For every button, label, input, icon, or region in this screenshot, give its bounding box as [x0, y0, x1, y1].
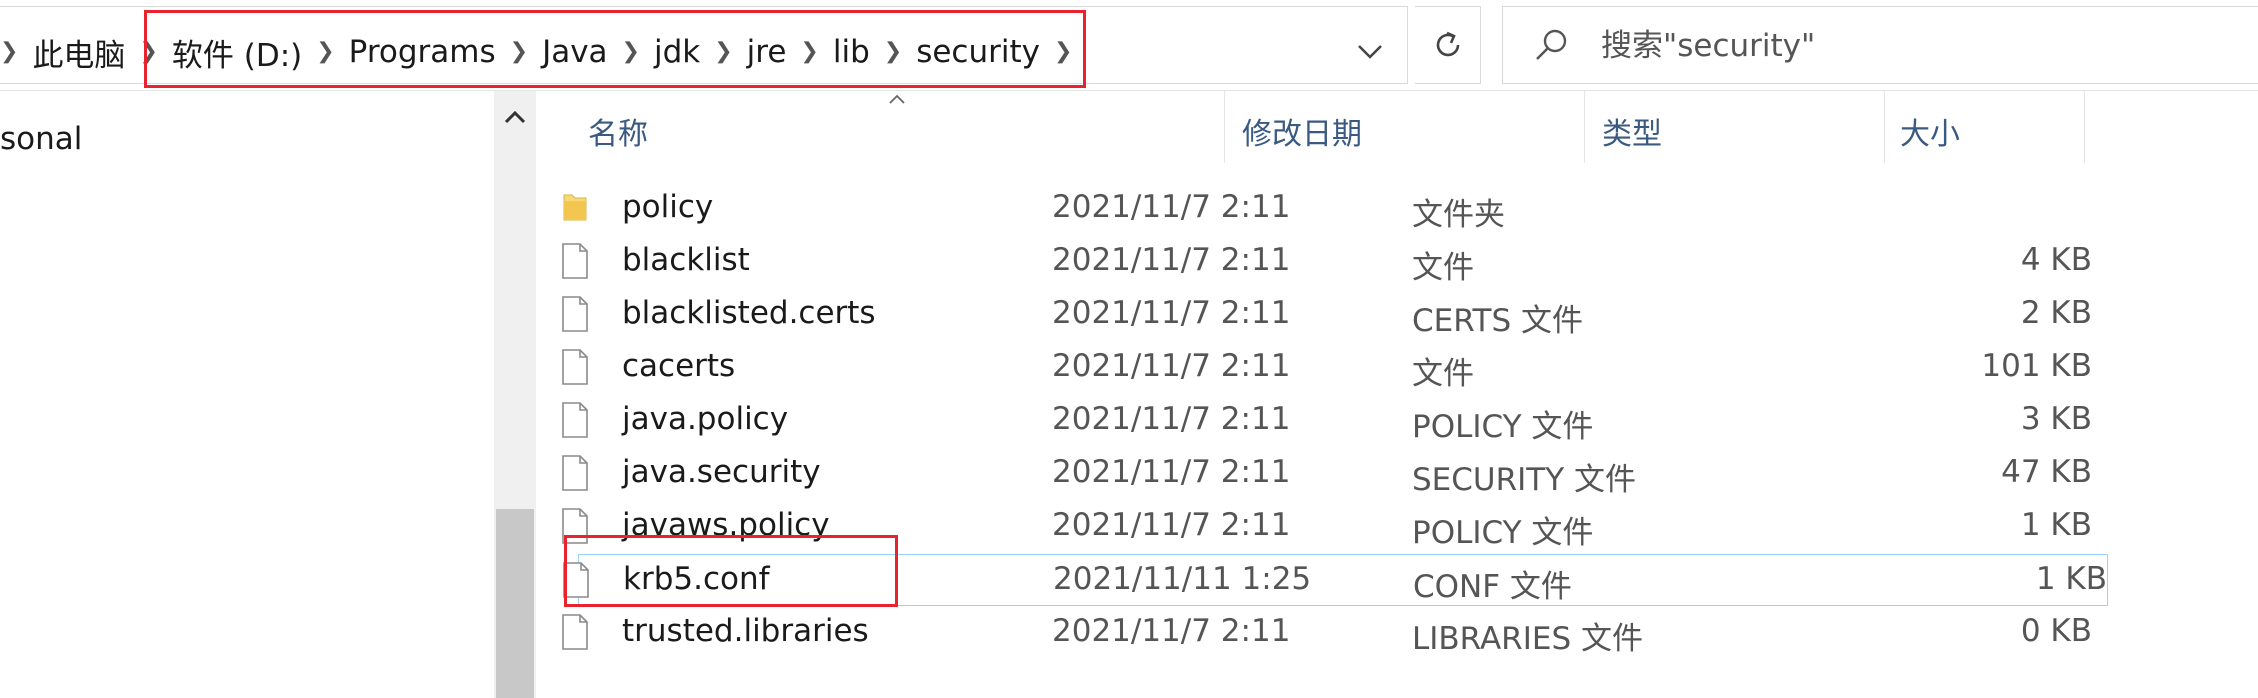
- file-icon: [560, 401, 590, 439]
- search-icon: [1536, 29, 1567, 60]
- breadcrumb-this-pc[interactable]: 此电脑: [32, 30, 125, 75]
- file-size: 1 KB: [2035, 561, 2107, 597]
- search-input[interactable]: [1599, 21, 2223, 71]
- file-type: POLICY 文件: [1412, 409, 1594, 445]
- file-name: blacklist: [622, 242, 750, 278]
- file-size: 0 KB: [2020, 613, 2092, 649]
- file-type: POLICY 文件: [1412, 515, 1594, 551]
- column-divider[interactable]: [2084, 91, 2085, 163]
- file-icon: [560, 454, 590, 492]
- file-modified-date: 2021/11/11 1:25: [1053, 561, 1312, 597]
- file-modified-date: 2021/11/7 2:11: [1052, 454, 1291, 490]
- file-modified-date: 2021/11/7 2:11: [1052, 401, 1291, 437]
- file-modified-date: 2021/11/7 2:11: [1052, 613, 1291, 649]
- file-row[interactable]: java.policy 2021/11/7 2:11 POLICY 文件 3 KB: [560, 395, 2092, 447]
- file-type: 文件夹: [1412, 197, 1505, 233]
- search-box[interactable]: [1502, 6, 2258, 84]
- file-icon: [560, 613, 590, 651]
- file-size: 101 KB: [1981, 348, 2092, 384]
- highlight-box-breadcrumb: [144, 10, 1086, 88]
- file-modified-date: 2021/11/7 2:11: [1052, 295, 1291, 331]
- address-history-dropdown[interactable]: [1350, 29, 1390, 75]
- column-header-size[interactable]: 大小: [1900, 109, 1960, 153]
- sort-ascending-icon: [889, 94, 905, 104]
- column-header-row: 名称 修改日期 类型 大小: [540, 91, 2100, 163]
- nav-scrollbar[interactable]: [494, 91, 536, 698]
- column-divider[interactable]: [1584, 91, 1585, 163]
- file-size: 2 KB: [2020, 295, 2092, 331]
- scroll-thumb[interactable]: [496, 509, 534, 698]
- file-type: CERTS 文件: [1412, 303, 1583, 339]
- chevron-up-icon: [504, 110, 526, 124]
- file-type: SECURITY 文件: [1412, 462, 1637, 498]
- file-icon: [560, 242, 590, 280]
- refresh-icon: [1436, 31, 1459, 57]
- file-size: 1 KB: [2020, 507, 2092, 543]
- file-modified-date: 2021/11/7 2:11: [1052, 348, 1291, 384]
- file-size: 4 KB: [2020, 242, 2092, 278]
- file-type: LIBRARIES 文件: [1412, 621, 1643, 657]
- file-row[interactable]: blacklisted.certs 2021/11/7 2:11 CERTS 文件 2…: [560, 289, 2092, 341]
- file-type: 文件: [1412, 250, 1474, 286]
- chevron-right-icon[interactable]: ❯: [0, 39, 18, 64]
- file-icon: [560, 348, 590, 386]
- file-modified-date: 2021/11/7 2:11: [1052, 242, 1291, 278]
- file-size: 47 KB: [2001, 454, 2092, 490]
- file-row[interactable]: policy 2021/11/7 2:11 文件夹: [560, 183, 2092, 235]
- file-modified-date: 2021/11/7 2:11: [1052, 507, 1291, 543]
- chevron-down-icon: [1358, 45, 1382, 59]
- file-type: 文件: [1412, 356, 1474, 392]
- file-row[interactable]: cacerts 2021/11/7 2:11 文件 101 KB: [560, 342, 2092, 394]
- file-size: 3 KB: [2020, 401, 2092, 437]
- refresh-button[interactable]: [1415, 6, 1481, 84]
- file-name: blacklisted.certs: [622, 295, 876, 331]
- column-header-type[interactable]: 类型: [1602, 109, 1662, 153]
- file-row[interactable]: java.security 2021/11/7 2:11 SECURITY 文件 47…: [560, 448, 2092, 500]
- file-name: java.security: [622, 454, 821, 490]
- file-modified-date: 2021/11/7 2:11: [1052, 189, 1291, 225]
- column-header-name[interactable]: 名称: [588, 109, 648, 153]
- column-header-modified[interactable]: 修改日期: [1242, 109, 1362, 153]
- file-name: policy: [622, 189, 714, 225]
- file-name: cacerts: [622, 348, 736, 384]
- column-divider[interactable]: [1224, 91, 1225, 163]
- file-row[interactable]: trusted.libraries 2021/11/7 2:11 LIBRARIES…: [560, 607, 2092, 659]
- file-icon: [560, 295, 590, 333]
- file-row[interactable]: blacklist 2021/11/7 2:11 文件 4 KB: [560, 236, 2092, 288]
- nav-item-personal[interactable]: sonal: [0, 121, 82, 157]
- scroll-up-button[interactable]: [494, 97, 536, 137]
- file-name: java.policy: [622, 401, 789, 437]
- column-divider[interactable]: [1884, 91, 1885, 163]
- highlight-box-krb5-conf: [564, 535, 898, 607]
- file-name: trusted.libraries: [622, 613, 869, 649]
- folder-icon: [560, 189, 590, 227]
- file-type: CONF 文件: [1413, 569, 1572, 605]
- navigation-pane: sonal: [0, 91, 494, 698]
